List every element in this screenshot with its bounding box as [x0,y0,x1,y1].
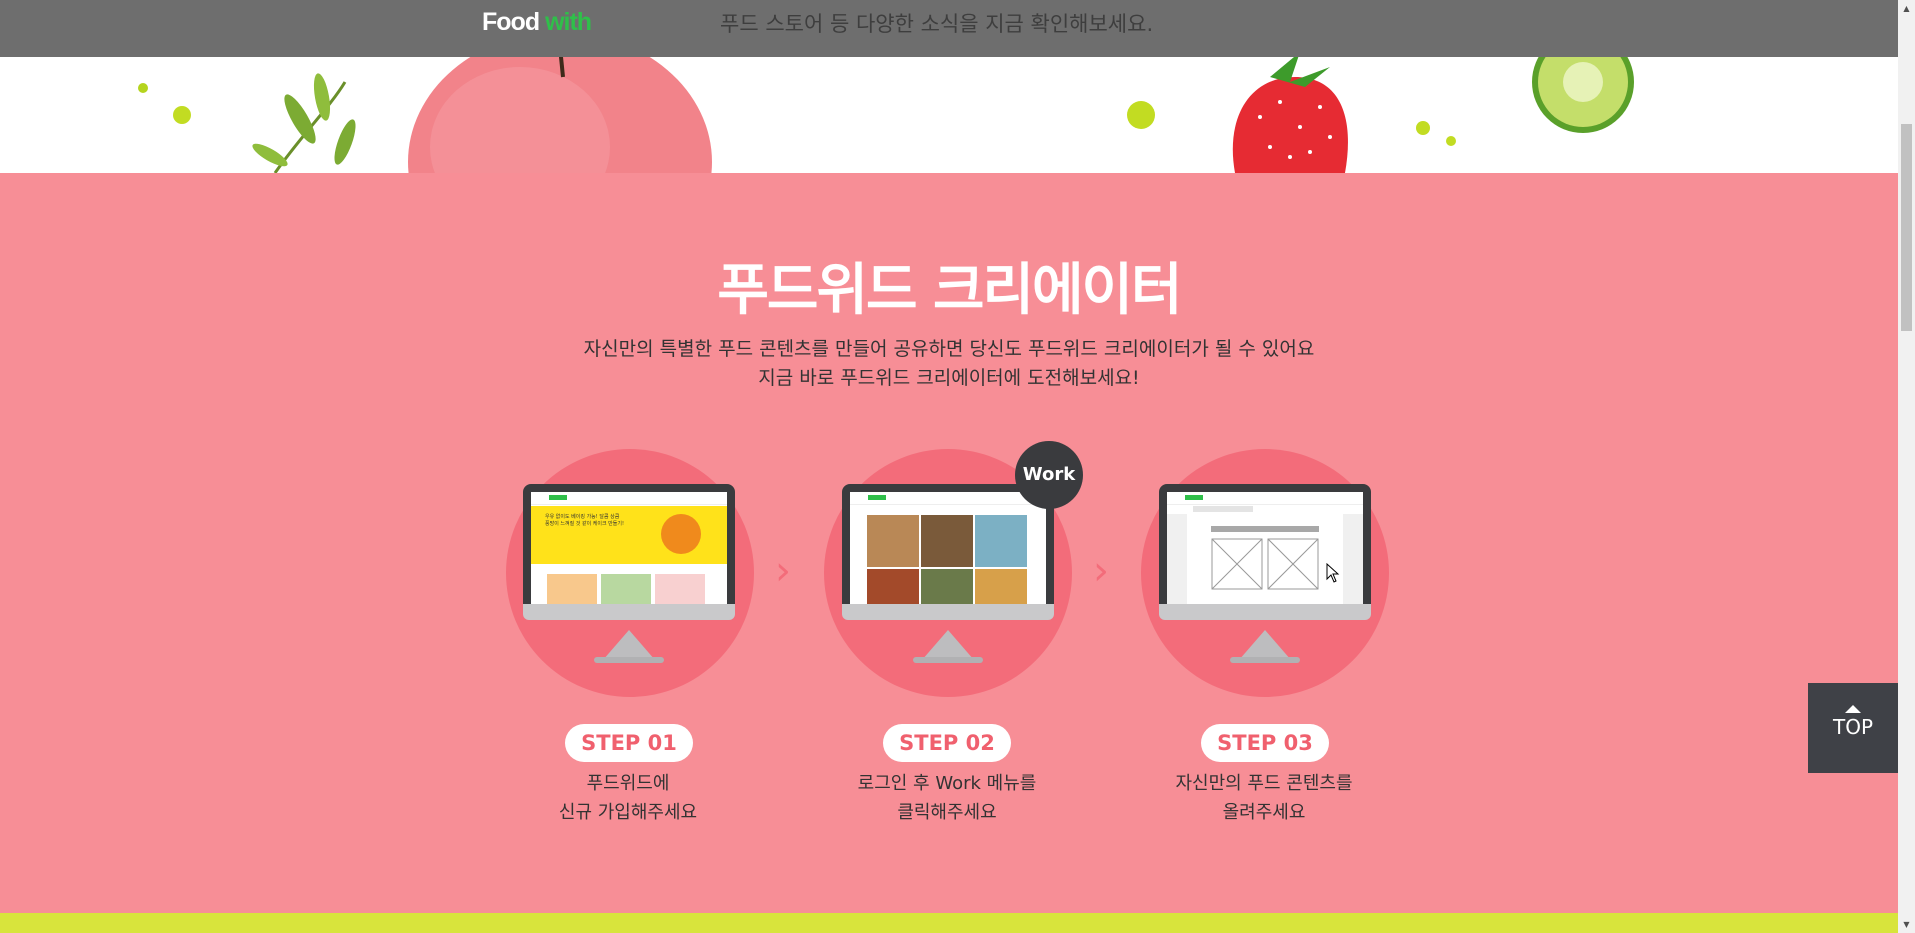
site-logo[interactable]: Food with [482,8,592,37]
step3-monitor-chin [1159,604,1371,620]
step3-label: STEP 03 [1201,724,1329,762]
cucumber-icon [1532,57,1634,133]
step3-monitor [1159,484,1371,604]
work-badge: Work [1015,441,1083,509]
creator-title: 푸드위드 크리에이터 [717,258,1182,323]
step1-monitor-stand [603,630,655,660]
step1-desc-line2: 신규 가입해주세요 [558,802,698,823]
step3-monitor-stand [1239,630,1291,660]
step2-screen [850,492,1046,604]
top-button-label: TOP [1832,715,1874,739]
green-dot-icon [138,83,148,93]
fruit-illustrations [138,57,1634,173]
step2-monitor-stand [922,630,974,660]
notice-text[interactable]: 푸드 스토어 등 다양한 소식을 지금 확인해보세요. [720,8,1153,38]
arrow-up-icon [1845,705,1861,713]
step1-screen-text: 우유 없이도 베이킹 가능! 달콤 상큼 풍망이 느껴질 것 같이 케이크 만들… [545,514,624,527]
next-section-strip [0,913,1898,933]
fruit-decoration-area [0,57,1898,173]
step3-desc-line1: 자신만의 푸드 콘텐츠를 [1175,773,1353,794]
step1-monitor-base [594,657,664,663]
logo-food-text: Food [482,8,540,36]
step3-placeholder-images [1211,538,1319,590]
creator-subtitle-line1: 자신만의 특별한 푸드 콘텐츠를 만들어 공유하면 당신도 푸드위드 크리에이터… [583,338,1315,360]
step1-desc-line1: 푸드위드에 [586,773,670,794]
green-dot-icon [1416,121,1430,135]
step2-desc-line2: 클릭해주세요 [897,802,997,823]
green-dot-icon [1127,101,1155,129]
step1-monitor-chin [523,604,735,620]
arrow-right-icon: › [1093,548,1109,594]
cursor-icon [1326,563,1340,583]
creator-subtitle-line2: 지금 바로 푸드위드 크리에이터에 도전해보세요! [758,367,1140,389]
green-dot-icon [1446,136,1456,146]
step2-desc-line1: 로그인 후 Work 메뉴를 [857,773,1037,794]
scrollbar-thumb[interactable] [1901,124,1912,331]
peach-icon [408,57,712,173]
step1-monitor: 우유 없이도 베이킹 가능! 달콤 상큼 풍망이 느껴질 것 같이 케이크 만들… [523,484,735,604]
step2-monitor [842,484,1054,604]
step3-screen [1167,492,1363,604]
step2-monitor-chin [842,604,1054,620]
step2-monitor-base [913,657,983,663]
leaf-icon [252,73,356,173]
step1-label: STEP 01 [565,724,693,762]
arrow-right-icon: › [775,548,791,594]
back-to-top-button[interactable]: TOP [1808,683,1898,773]
step3-monitor-base [1230,657,1300,663]
scroll-down-icon[interactable]: ▼ [1898,916,1915,933]
logo-with-text: with [545,8,592,36]
scroll-up-icon[interactable]: ▲ [1898,0,1915,17]
step2-label: STEP 02 [883,724,1011,762]
step3-desc-line2: 올려주세요 [1222,802,1306,823]
step1-screen: 우유 없이도 베이킹 가능! 달콤 상큼 풍망이 느껴질 것 같이 케이크 만들… [531,492,727,604]
green-dot-icon [173,106,191,124]
strawberry-icon [1232,57,1348,173]
